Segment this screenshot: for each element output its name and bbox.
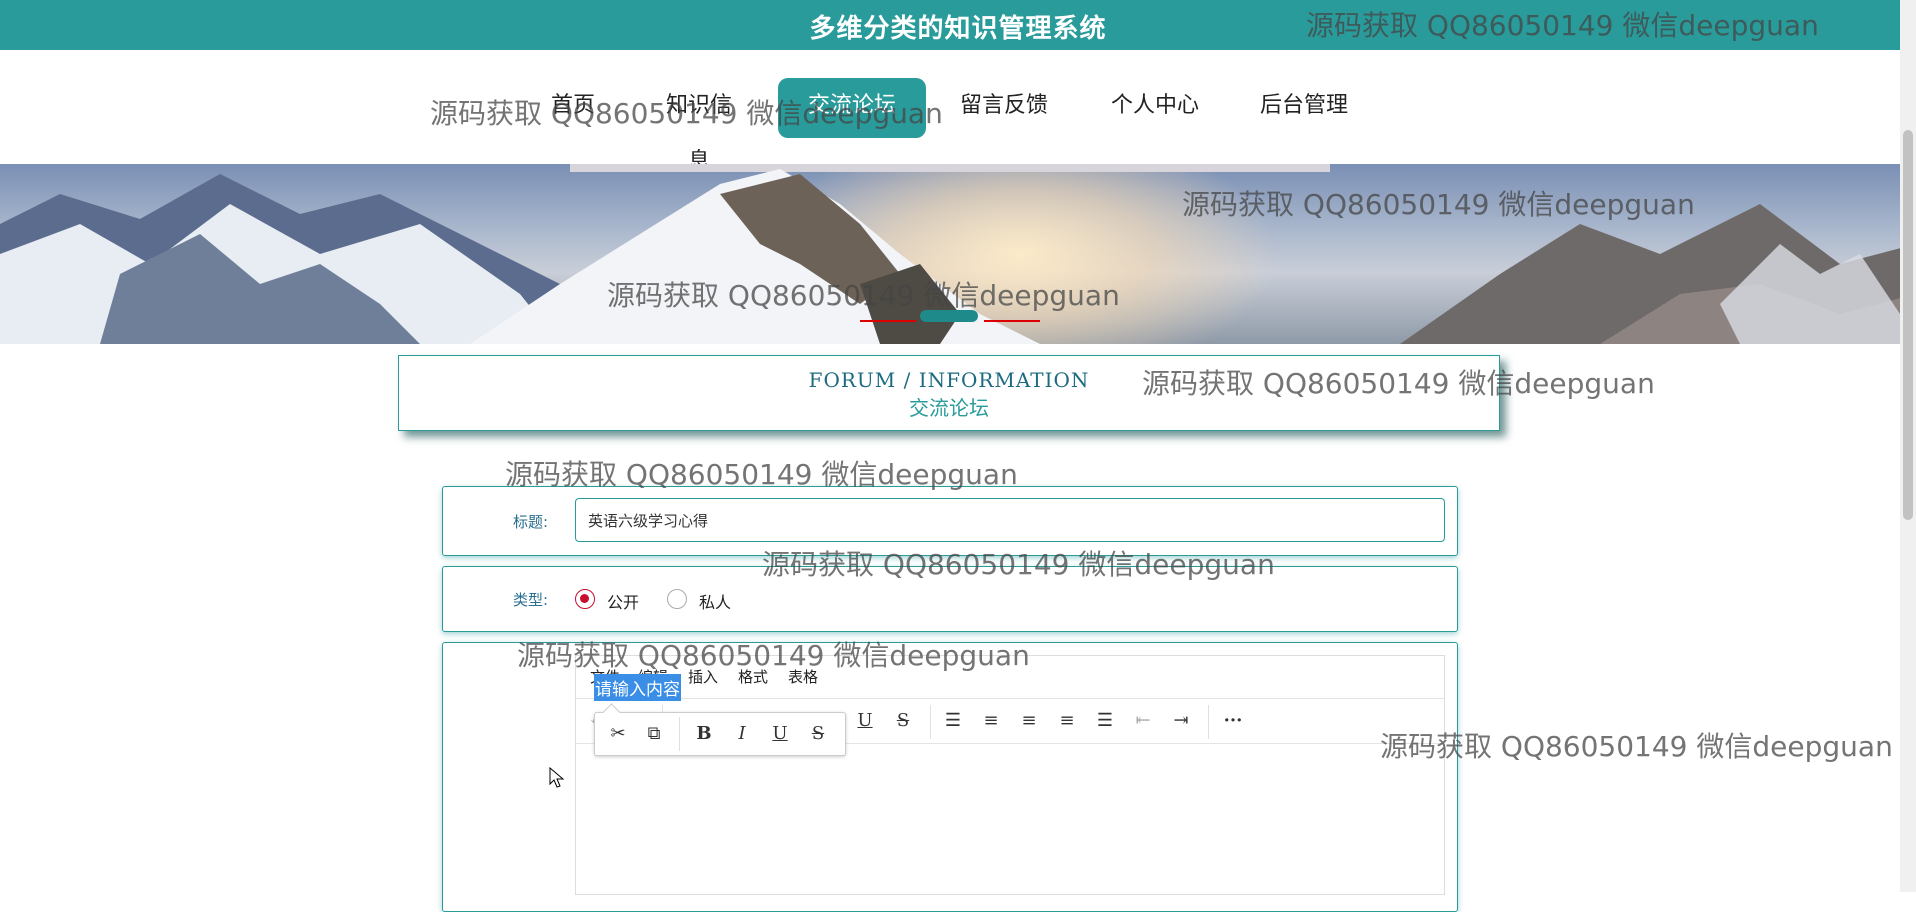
underline-icon[interactable]: U (852, 709, 878, 733)
menu-insert[interactable]: 插入 (688, 666, 718, 687)
rich-text-editor[interactable]: 文件 编辑 插入 格式 表格 ↶ ↷ A ⌄ ✎ ⌄ B I U S ☰ ≡ ≡… (575, 655, 1445, 895)
hero-banner (0, 164, 1916, 344)
align-left-icon[interactable]: ≡ (978, 709, 1004, 733)
cut-icon[interactable]: ✂ (605, 722, 631, 746)
page-scrollbar[interactable] (1900, 0, 1916, 892)
carousel-indicator-active[interactable] (920, 310, 978, 322)
carousel-indicator[interactable] (984, 320, 1040, 322)
top-header-bar: 多维分类的知识管理系统 (0, 0, 1916, 50)
section-title-cn: 交流论坛 (909, 396, 989, 420)
bold-icon[interactable]: B (691, 722, 717, 746)
scrollbar-thumb[interactable] (1903, 130, 1913, 520)
line-height-icon[interactable]: ☰ (940, 709, 966, 733)
underline-icon[interactable]: U (767, 722, 793, 746)
nav-item-knowledge[interactable]: 知识信息 (640, 78, 758, 174)
editor-quickbar: ✂ ⧉ B I U S (594, 712, 846, 756)
site-title: 多维分类的知识管理系统 (809, 14, 1107, 44)
strikethrough-icon[interactable]: S (890, 709, 916, 733)
nav-item-feedback[interactable]: 留言反馈 (944, 78, 1064, 138)
nav-item-home[interactable]: 首页 (533, 78, 613, 138)
title-row: 标题: (442, 486, 1458, 556)
strikethrough-icon[interactable]: S (805, 722, 831, 746)
indent-icon[interactable]: ⇥ (1168, 709, 1194, 733)
copy-icon[interactable]: ⧉ (641, 722, 667, 746)
nav-item-admin[interactable]: 后台管理 (1244, 78, 1364, 138)
align-center-icon[interactable]: ≡ (1016, 709, 1042, 733)
type-row: 类型: 公开 私人 (442, 566, 1458, 632)
section-header: FORUM / INFORMATION 交流论坛 (398, 355, 1500, 431)
content-row: 文件 编辑 插入 格式 表格 ↶ ↷ A ⌄ ✎ ⌄ B I U S ☰ ≡ ≡… (442, 642, 1458, 912)
nav-item-personal-center[interactable]: 个人中心 (1095, 78, 1215, 138)
title-input[interactable] (575, 498, 1445, 542)
align-justify-icon[interactable]: ☰ (1092, 709, 1118, 733)
section-title-en: FORUM / INFORMATION (808, 368, 1090, 392)
radio-private-label[interactable]: 私人 (699, 589, 731, 613)
mouse-cursor-icon (549, 767, 565, 788)
radio-public[interactable] (575, 589, 595, 609)
align-right-icon[interactable]: ≡ (1054, 709, 1080, 733)
more-icon[interactable]: ··· (1220, 709, 1246, 733)
radio-public-label[interactable]: 公开 (607, 589, 639, 613)
menu-format[interactable]: 格式 (738, 666, 768, 687)
carousel-indicator[interactable] (860, 320, 916, 322)
type-label: 类型: (513, 591, 549, 609)
radio-private[interactable] (667, 589, 687, 609)
menu-table[interactable]: 表格 (788, 666, 818, 687)
nav-item-forum[interactable]: 交流论坛 (778, 78, 926, 138)
editor-content-text[interactable]: 请输入内容 (594, 674, 681, 701)
outdent-icon[interactable]: ⇤ (1130, 709, 1156, 733)
title-label: 标题: (513, 513, 549, 531)
italic-icon[interactable]: I (729, 722, 755, 746)
editor-menubar: 文件 编辑 插入 格式 表格 (576, 656, 1444, 699)
